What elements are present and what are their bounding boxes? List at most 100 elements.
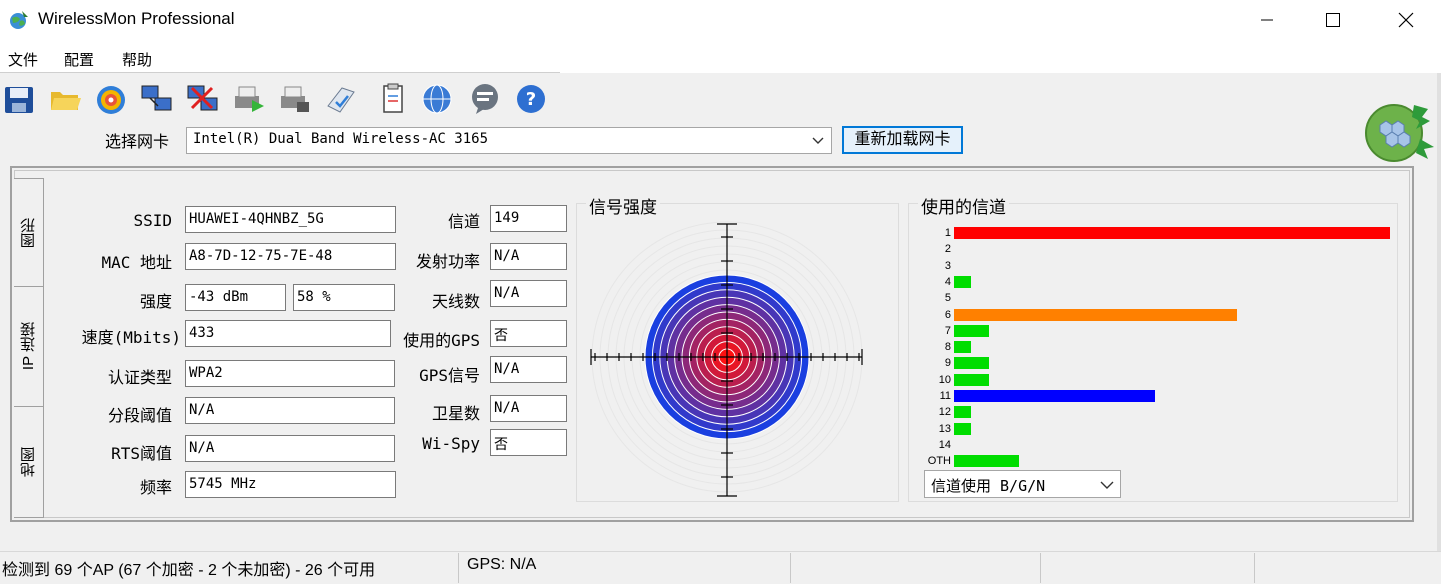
antennas-field: N/A [490, 280, 567, 307]
channel-label: 2 [944, 243, 951, 256]
menu-bar: 文件 配置 帮助 [0, 43, 560, 73]
channel-label: 信道 [447, 214, 480, 231]
channel-bar [954, 227, 1390, 239]
frequency-label: 频率 [139, 480, 172, 497]
menu-help[interactable]: 帮助 [122, 49, 152, 70]
menu-file[interactable]: 文件 [8, 49, 38, 70]
channel-label: 3 [944, 259, 951, 272]
clipboard-check-icon[interactable] [324, 82, 358, 116]
channel-label: OTH [927, 455, 951, 468]
channels-title: 使用的信道 [918, 193, 1009, 218]
channel-field: 149 [490, 205, 567, 232]
status-gps: GPS: N/A [467, 556, 537, 573]
channel-label: 1 [944, 227, 951, 239]
channel-bar [954, 373, 989, 386]
wispy-label: Wi-Spy [422, 434, 480, 453]
status-divider [458, 553, 459, 583]
gps-used-field: 否 [490, 320, 567, 347]
channel-bar [954, 275, 972, 288]
maximize-button[interactable] [1310, 0, 1356, 40]
minimize-button[interactable] [1244, 0, 1290, 40]
channel-bar [954, 341, 972, 354]
channel-label: 5 [944, 292, 951, 305]
channel-bar [954, 390, 1155, 402]
channel-mode-select[interactable]: 信道使用 B/G/N [924, 470, 1121, 498]
strength-percent-field: 58 % [293, 284, 395, 311]
frequency-field: 5745 MHz [185, 471, 396, 498]
channel-label: 4 [944, 275, 951, 288]
window-title: WirelessMon Professional [38, 9, 235, 28]
svg-text:?: ? [526, 89, 536, 110]
network-disconnect-icon[interactable] [186, 82, 220, 116]
channel-label: 14 [938, 438, 951, 451]
vertical-tabs: 图形 IP 连接 地图 [14, 172, 44, 520]
status-divider [790, 553, 791, 583]
channel-label: 10 [938, 373, 951, 386]
ssid-field: HUAWEI-4QHNBZ_5G [185, 206, 396, 233]
fragmentation-label: 分段阈值 [107, 408, 172, 425]
channel-bar [954, 324, 989, 337]
reload-adapter-button[interactable]: 重新加载网卡 [842, 126, 963, 154]
document-icon[interactable] [376, 82, 410, 116]
channel-bar [954, 422, 972, 435]
chevron-down-icon[interactable] [808, 131, 828, 151]
tab-graphics[interactable]: 图形 [14, 178, 44, 286]
network-computers-icon[interactable] [140, 82, 174, 116]
fragmentation-field: N/A [185, 397, 395, 424]
status-divider [1254, 553, 1255, 583]
channel-bar [954, 308, 1238, 321]
menu-config[interactable]: 配置 [64, 49, 94, 70]
signal-strength-radar [590, 221, 863, 497]
open-folder-icon[interactable] [48, 82, 82, 116]
close-icon [1398, 12, 1414, 28]
channel-label: 8 [944, 341, 951, 354]
channel-usage-chart: 1 2 3 4 5 6 7 8 9 10 11 12 13 14 OTH [918, 226, 1398, 471]
chat-icon[interactable] [468, 82, 502, 116]
auth-label: 认证类型 [107, 370, 172, 387]
tab-map[interactable]: 地图 [14, 406, 44, 518]
globe-icon[interactable] [420, 82, 454, 116]
tx-power-label: 发射功率 [415, 254, 480, 271]
auth-field: WPA2 [185, 360, 395, 387]
save-icon[interactable] [2, 82, 36, 116]
target-icon[interactable] [94, 82, 128, 116]
help-icon[interactable]: ? [514, 82, 548, 116]
strength-dbm-field: -43 dBm [185, 284, 286, 311]
channel-label: 13 [938, 422, 951, 435]
status-divider [1040, 553, 1041, 583]
maximize-icon [1326, 13, 1340, 27]
app-globe-icon [10, 11, 28, 29]
adapter-label: 选择网卡 [105, 134, 170, 151]
status-ap-summary: 检测到 69 个AP (67 个加密 - 2 个未加密) - 26 个可用 [2, 562, 376, 579]
window-edge [1437, 73, 1441, 551]
signal-strength-title: 信号强度 [586, 193, 660, 218]
strength-label: 强度 [139, 294, 172, 311]
ssid-label: SSID [133, 211, 172, 230]
wispy-field: 否 [490, 429, 567, 456]
rts-label: RTS阈值 [111, 444, 172, 463]
channel-label: 9 [944, 357, 951, 370]
channel-label: 12 [938, 406, 951, 419]
channel-mode-value: 信道使用 B/G/N [931, 477, 1046, 495]
gps-signal-field: N/A [490, 356, 567, 383]
channel-bar [954, 357, 989, 370]
antennas-label: 天线数 [431, 294, 480, 311]
print-green-icon[interactable] [232, 82, 266, 116]
adapter-select[interactable]: Intel(R) Dual Band Wireless-AC 3165 [186, 127, 832, 154]
channel-label: 7 [944, 324, 951, 337]
channel-bar [954, 406, 972, 419]
close-button[interactable] [1383, 0, 1429, 40]
minimize-icon [1261, 19, 1273, 21]
print-gray-icon[interactable] [278, 82, 312, 116]
gps-used-label: 使用的GPS [403, 331, 480, 350]
speed-field: 433 [185, 320, 391, 347]
satellites-label: 卫星数 [431, 406, 480, 423]
mac-label: MAC 地址 [101, 253, 172, 272]
tx-power-field: N/A [490, 243, 567, 270]
chevron-down-icon[interactable] [1097, 475, 1117, 495]
speed-label: 速度(Mbits) [81, 328, 181, 347]
tab-ip-connection[interactable]: IP 连接 [14, 286, 44, 406]
mac-field: A8-7D-12-75-7E-48 [185, 243, 396, 270]
app-logo-icon [1365, 104, 1434, 162]
gps-signal-label: GPS信号 [419, 366, 480, 385]
